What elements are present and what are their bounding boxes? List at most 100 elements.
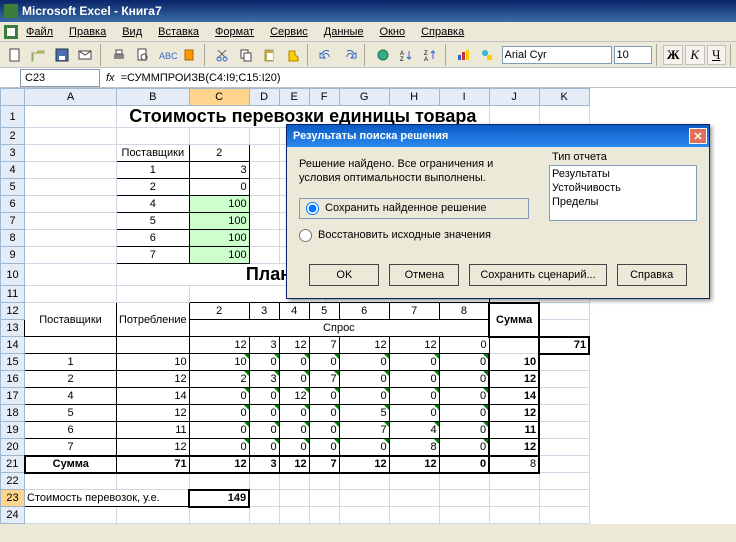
- row-header[interactable]: 3: [1, 145, 25, 162]
- cell[interactable]: 7: [117, 247, 190, 264]
- cell[interactable]: Сумма: [25, 456, 117, 473]
- row-header[interactable]: 4: [1, 162, 25, 179]
- menu-view[interactable]: Вид: [116, 24, 148, 40]
- cell[interactable]: [489, 337, 539, 354]
- cell[interactable]: [25, 128, 117, 145]
- cell[interactable]: [249, 128, 279, 145]
- cell[interactable]: 4: [117, 196, 190, 213]
- col-header-E[interactable]: E: [279, 89, 309, 106]
- row-header[interactable]: 12: [1, 303, 25, 320]
- cell[interactable]: [309, 473, 339, 490]
- cell[interactable]: [189, 507, 249, 524]
- cell[interactable]: 100: [189, 196, 249, 213]
- cell[interactable]: 0: [439, 405, 489, 422]
- font-size-combo[interactable]: [614, 46, 652, 64]
- cell[interactable]: 1: [25, 354, 117, 371]
- cell[interactable]: [389, 507, 439, 524]
- row-header[interactable]: 19: [1, 422, 25, 439]
- cell[interactable]: 12: [489, 405, 539, 422]
- cell[interactable]: [249, 247, 279, 264]
- fx-icon[interactable]: fx: [106, 72, 115, 84]
- row-header[interactable]: 2: [1, 128, 25, 145]
- cell[interactable]: 0: [389, 371, 439, 388]
- cell[interactable]: Поставщики: [25, 303, 117, 337]
- row-header[interactable]: 16: [1, 371, 25, 388]
- menu-insert[interactable]: Вставка: [152, 24, 205, 40]
- col-header-K[interactable]: K: [539, 89, 589, 106]
- formula-input[interactable]: =СУММПРОИЗВ(C4:I9;C15:I20): [121, 72, 281, 84]
- cell[interactable]: Потребление: [117, 303, 190, 337]
- radio-keep-solution[interactable]: Сохранить найденное решение: [299, 198, 529, 219]
- cell[interactable]: [25, 264, 117, 286]
- cell[interactable]: 7: [339, 422, 389, 439]
- cancel-button[interactable]: Отмена: [389, 264, 459, 286]
- report-listbox[interactable]: Результаты Устойчивость Пределы: [549, 165, 697, 221]
- cell[interactable]: 0: [389, 354, 439, 371]
- cell[interactable]: [25, 247, 117, 264]
- cell[interactable]: [309, 507, 339, 524]
- cell[interactable]: [25, 179, 117, 196]
- row-header[interactable]: 24: [1, 507, 25, 524]
- cell[interactable]: 7: [25, 439, 117, 456]
- cell[interactable]: 3: [249, 456, 279, 473]
- cell[interactable]: 7: [389, 303, 439, 320]
- row-header[interactable]: 20: [1, 439, 25, 456]
- cell[interactable]: [539, 303, 589, 320]
- cell[interactable]: 0: [439, 439, 489, 456]
- menu-window[interactable]: Окно: [374, 24, 412, 40]
- font-name-combo[interactable]: [502, 46, 612, 64]
- menu-file[interactable]: Файл: [20, 24, 59, 40]
- cell[interactable]: 0: [389, 388, 439, 405]
- cell[interactable]: 6: [117, 230, 190, 247]
- paste-icon[interactable]: [259, 44, 280, 66]
- cell[interactable]: [539, 507, 589, 524]
- cell[interactable]: 10: [117, 354, 190, 371]
- sort-desc-icon[interactable]: ZA: [419, 44, 440, 66]
- open-icon[interactable]: [27, 44, 48, 66]
- cell[interactable]: [539, 354, 589, 371]
- cell[interactable]: 6: [339, 303, 389, 320]
- cell[interactable]: 0: [279, 354, 309, 371]
- row-header[interactable]: 11: [1, 286, 25, 303]
- cell[interactable]: [279, 490, 309, 507]
- cell[interactable]: 0: [189, 405, 249, 422]
- cell[interactable]: [249, 490, 279, 507]
- cell[interactable]: 5: [117, 213, 190, 230]
- ok-button[interactable]: OK: [309, 264, 379, 286]
- cell[interactable]: 3: [249, 303, 279, 320]
- cell[interactable]: 0: [279, 371, 309, 388]
- cell[interactable]: 2: [117, 179, 190, 196]
- cell[interactable]: 12: [117, 439, 190, 456]
- cell[interactable]: [117, 337, 190, 354]
- row-header[interactable]: 10: [1, 264, 25, 286]
- cell[interactable]: 0: [309, 405, 339, 422]
- cell[interactable]: [539, 405, 589, 422]
- cell[interactable]: Поставщики: [117, 145, 190, 162]
- cell[interactable]: 12: [189, 337, 249, 354]
- cell[interactable]: [249, 230, 279, 247]
- italic-button[interactable]: К: [685, 45, 705, 65]
- cell[interactable]: [389, 490, 439, 507]
- cell[interactable]: 12: [117, 371, 190, 388]
- spell-icon[interactable]: ABC: [155, 44, 176, 66]
- col-header-A[interactable]: A: [25, 89, 117, 106]
- cell[interactable]: 2: [25, 371, 117, 388]
- research-icon[interactable]: [178, 44, 199, 66]
- row-header[interactable]: 18: [1, 405, 25, 422]
- report-opt-results[interactable]: Результаты: [552, 168, 694, 182]
- cell[interactable]: 0: [249, 405, 279, 422]
- dialog-titlebar[interactable]: Результаты поиска решения ✕: [287, 125, 709, 147]
- cell[interactable]: 0: [309, 354, 339, 371]
- cell[interactable]: 12: [489, 439, 539, 456]
- cell[interactable]: 0: [339, 388, 389, 405]
- cell[interactable]: 8: [489, 456, 539, 473]
- cell[interactable]: [25, 337, 117, 354]
- cell[interactable]: 0: [439, 337, 489, 354]
- cell[interactable]: 12: [489, 371, 539, 388]
- row-header[interactable]: 15: [1, 354, 25, 371]
- row-header[interactable]: 6: [1, 196, 25, 213]
- cell[interactable]: 100: [189, 230, 249, 247]
- cell[interactable]: 12: [279, 388, 309, 405]
- cell[interactable]: 1: [117, 162, 190, 179]
- cell[interactable]: 0: [249, 354, 279, 371]
